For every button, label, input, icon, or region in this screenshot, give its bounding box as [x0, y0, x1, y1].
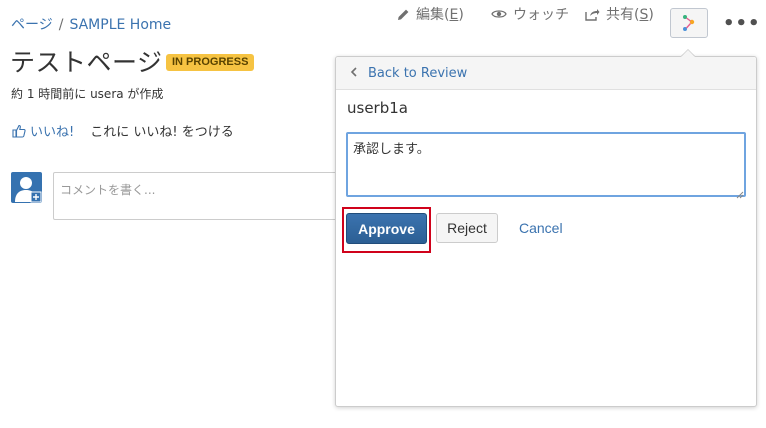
like-row: いいね! これに いいね! をつける: [12, 121, 234, 140]
status-badge: IN PROGRESS: [166, 54, 255, 71]
chevron-left-icon: [350, 66, 358, 80]
page-title: テストページ: [10, 48, 163, 77]
reviewer-name: userb1a: [347, 99, 408, 117]
breadcrumb-separator: /: [58, 17, 64, 33]
thumbs-up-icon: [12, 124, 26, 138]
like-label: いいね!: [30, 125, 75, 140]
approve-button[interactable]: Approve: [346, 213, 427, 244]
like-button[interactable]: いいね!: [12, 121, 74, 140]
edit-button[interactable]: 編集(E): [397, 4, 464, 24]
share-label: 共有(S): [606, 7, 654, 23]
watch-button[interactable]: ウォッチ: [491, 4, 569, 24]
review-popup: Back to Review userb1a 承認します。 Approve Re…: [335, 56, 757, 407]
avatar: [11, 172, 42, 203]
workflow-button[interactable]: [670, 8, 708, 38]
reject-button[interactable]: Reject: [436, 213, 498, 243]
share-button[interactable]: 共有(S): [585, 4, 654, 24]
resize-grip-icon[interactable]: [736, 188, 744, 199]
back-to-review-link[interactable]: Back to Review: [336, 57, 756, 90]
edit-label: 編集(E): [416, 7, 464, 23]
breadcrumb: ページ / SAMPLE Home: [11, 14, 171, 34]
pencil-icon: [398, 9, 409, 20]
more-actions-button[interactable]: •••: [723, 13, 761, 34]
back-to-review-label: Back to Review: [368, 65, 468, 81]
breadcrumb-space-link[interactable]: SAMPLE Home: [69, 17, 171, 33]
like-message: これに いいね! をつける: [90, 125, 234, 140]
comment-input[interactable]: コメントを書く...: [53, 172, 353, 220]
cancel-button[interactable]: Cancel: [519, 220, 563, 236]
popup-arrow-fill: [681, 50, 695, 57]
review-comment-field[interactable]: 承認します。: [346, 132, 746, 197]
user-avatar-icon: [15, 177, 42, 203]
breadcrumb-pages-link[interactable]: ページ: [11, 17, 53, 33]
share-icon: [585, 8, 600, 21]
watch-label: ウォッチ: [513, 7, 569, 23]
page-meta: 約 1 時間前に usera が作成: [11, 87, 164, 101]
workflow-icon: [683, 15, 695, 31]
eye-icon: [491, 10, 507, 18]
